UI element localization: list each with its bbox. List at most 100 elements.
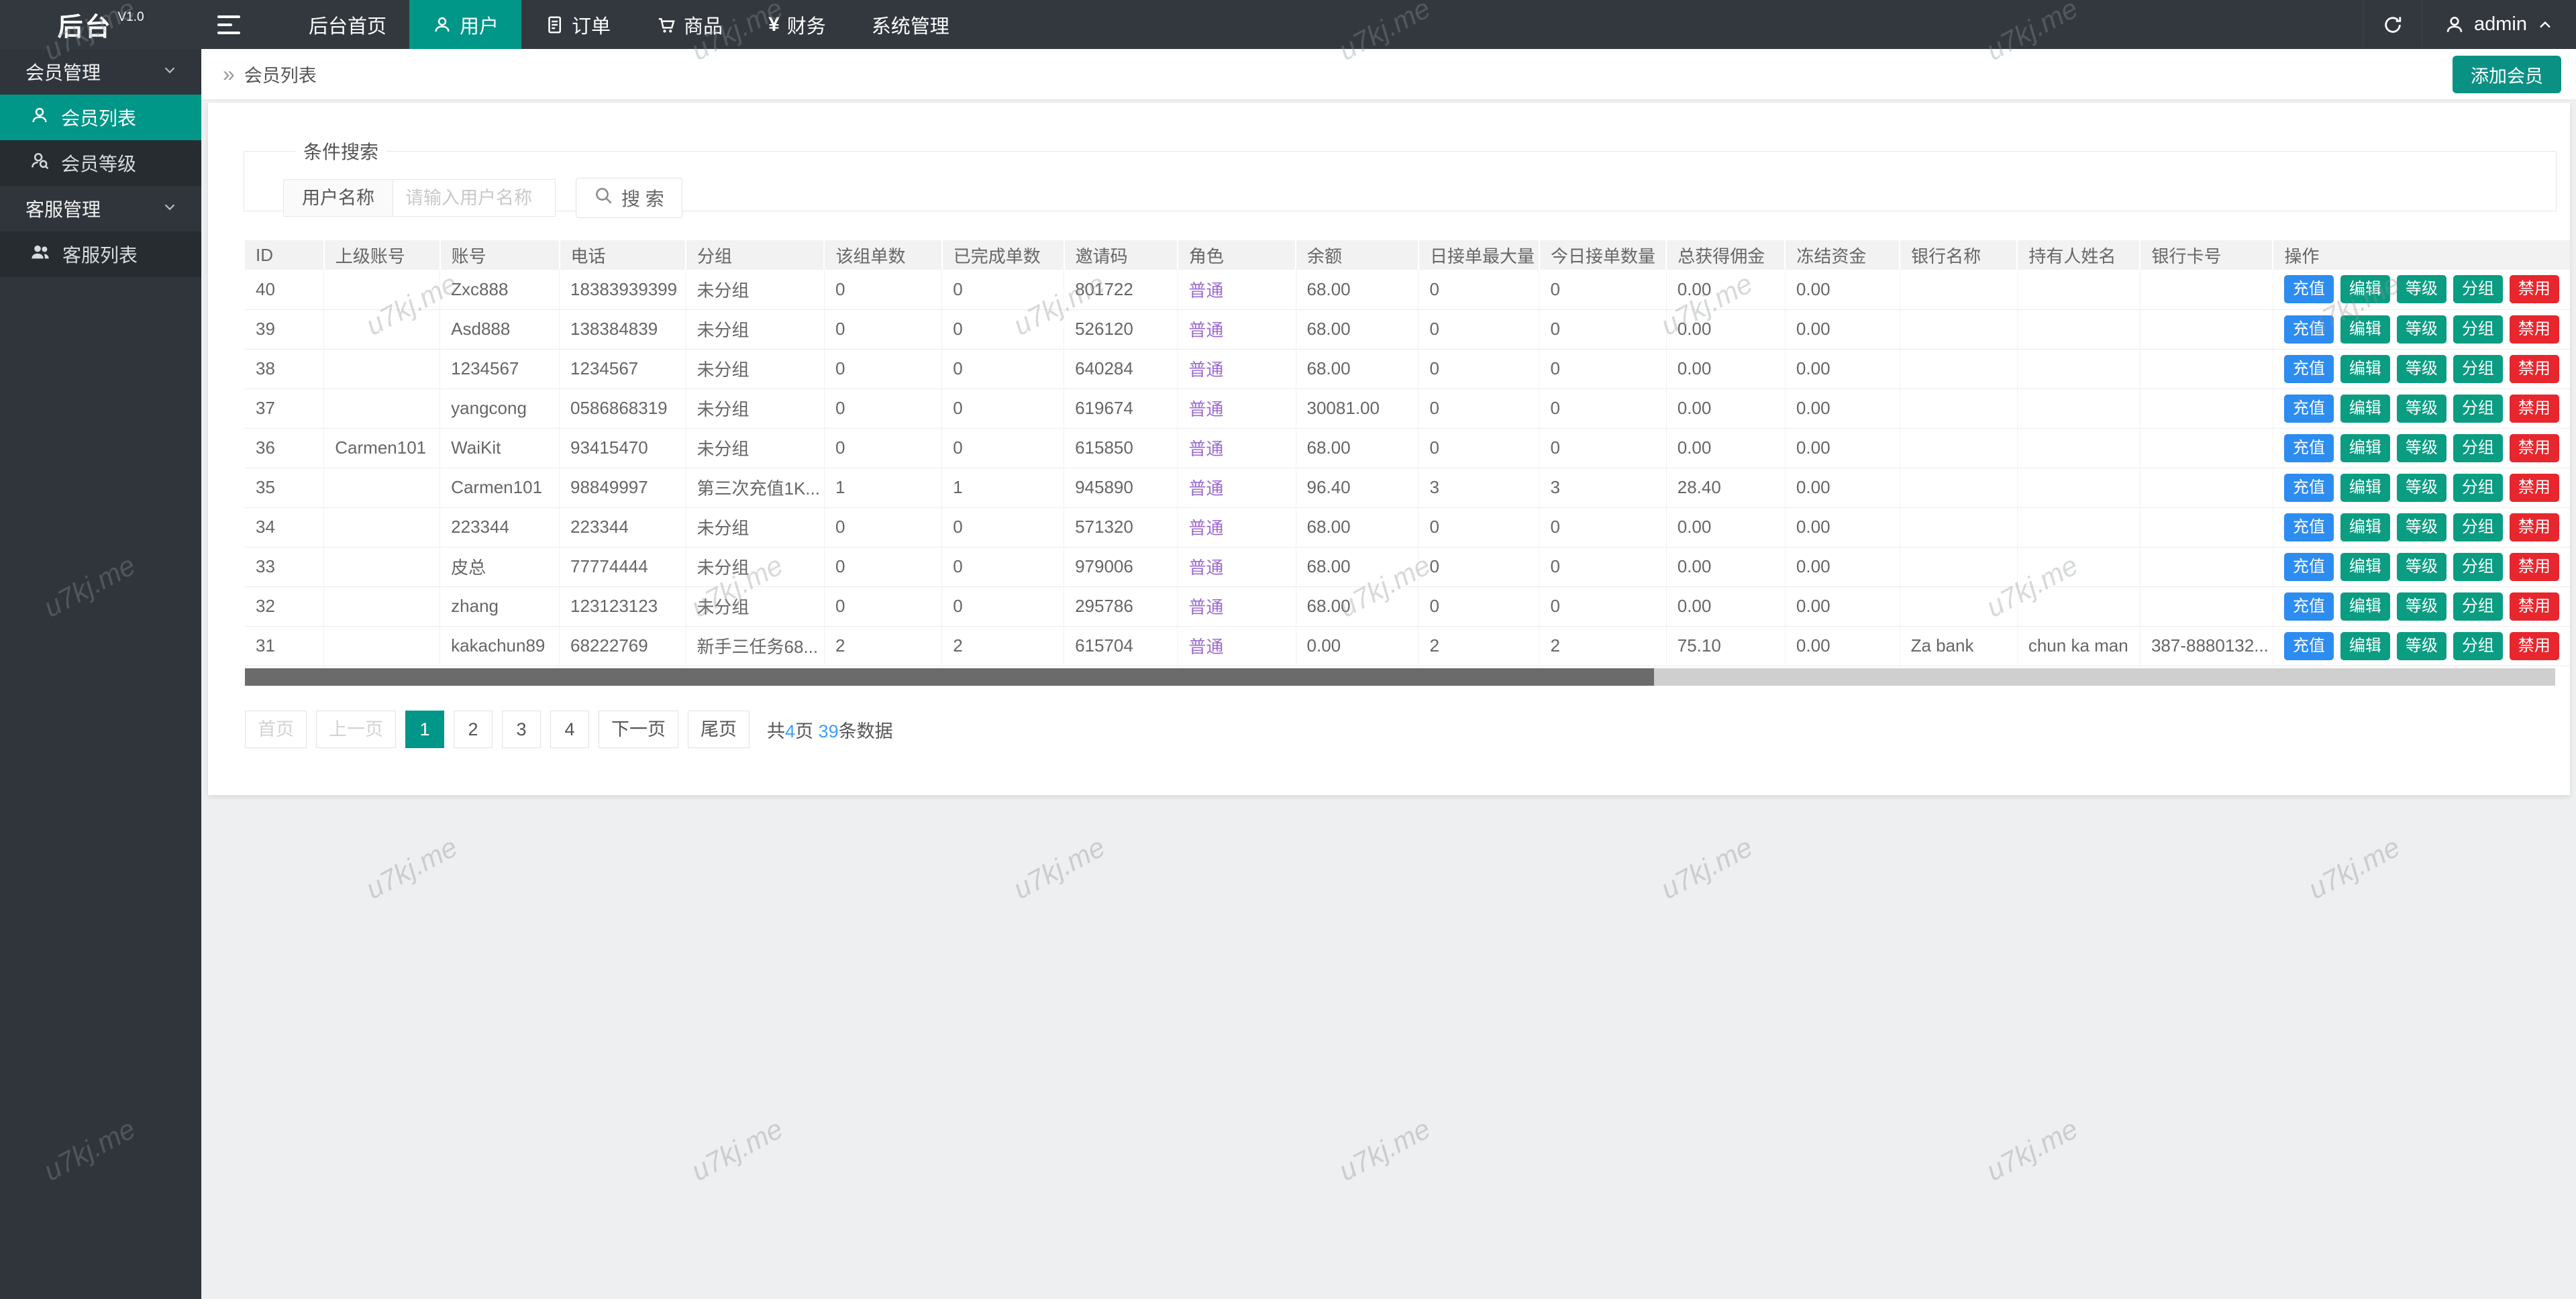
action-recharge-button[interactable]: 充值 [2284,592,2334,621]
action-group-button[interactable]: 分组 [2453,632,2503,660]
action-disable-button[interactable]: 禁用 [2510,315,2559,344]
pagination-next-button[interactable]: 下一页 [599,711,678,748]
role-link[interactable]: 普通 [1188,597,1223,617]
username-input[interactable] [393,179,556,217]
cell-phone: 0586868319 [560,388,686,428]
role-link[interactable]: 普通 [1188,280,1223,301]
nav-item-system[interactable]: 系统管理 [849,0,972,49]
action-edit-button[interactable]: 编辑 [2340,592,2390,621]
action-group-button[interactable]: 分组 [2453,553,2503,581]
action-disable-button[interactable]: 禁用 [2510,553,2559,581]
chevron-down-icon [161,61,178,83]
horizontal-scrollbar[interactable] [245,668,2555,686]
action-edit-button[interactable]: 编辑 [2340,513,2390,541]
action-edit-button[interactable]: 编辑 [2340,553,2390,581]
action-edit-button[interactable]: 编辑 [2340,474,2390,502]
action-edit-button[interactable]: 编辑 [2340,355,2390,383]
action-group-button[interactable]: 分组 [2453,434,2503,462]
action-recharge-button[interactable]: 充值 [2284,632,2334,660]
action-recharge-button[interactable]: 充值 [2284,355,2334,383]
action-group-button[interactable]: 分组 [2453,474,2503,502]
role-link[interactable]: 普通 [1188,399,1223,419]
cell-daily_max: 0 [1419,349,1539,388]
action-group-button[interactable]: 分组 [2453,513,2503,541]
action-level-button[interactable]: 等级 [2397,513,2446,541]
action-level-button[interactable]: 等级 [2397,275,2446,303]
cell-balance: 68.00 [1296,309,1419,349]
action-recharge-button[interactable]: 充值 [2284,474,2334,502]
action-edit-button[interactable]: 编辑 [2340,434,2390,462]
pagination-page-1-button[interactable]: 1 [405,711,444,748]
action-edit-button[interactable]: 编辑 [2340,275,2390,303]
user-menu[interactable]: admin [2422,0,2576,49]
pagination-page-2-button[interactable]: 2 [454,711,493,748]
sidebar-group-service-management[interactable]: 客服管理 [0,186,201,231]
role-link[interactable]: 普通 [1188,558,1223,578]
action-level-button[interactable]: 等级 [2397,355,2446,383]
action-edit-button[interactable]: 编辑 [2340,395,2390,423]
action-level-button[interactable]: 等级 [2397,474,2446,502]
action-disable-button[interactable]: 禁用 [2510,355,2559,383]
pagination-last-button[interactable]: 尾页 [688,711,750,748]
action-group-button[interactable]: 分组 [2453,315,2503,344]
action-disable-button[interactable]: 禁用 [2510,434,2559,462]
action-recharge-button[interactable]: 充值 [2284,553,2334,581]
cell-done_orders: 0 [942,270,1064,309]
pagination-page-4-button[interactable]: 4 [550,711,589,748]
action-level-button[interactable]: 等级 [2397,553,2446,581]
nav-item-users[interactable]: 用户 [409,0,521,49]
action-recharge-button[interactable]: 充值 [2284,315,2334,344]
nav-item-home[interactable]: 后台首页 [286,0,409,49]
cell-card [2140,586,2273,626]
action-recharge-button[interactable]: 充值 [2284,513,2334,541]
action-level-button[interactable]: 等级 [2397,632,2446,660]
action-group-button[interactable]: 分组 [2453,275,2503,303]
cell-today_count: 0 [1539,428,1666,468]
action-level-button[interactable]: 等级 [2397,434,2446,462]
search-button[interactable]: 搜 索 [576,178,682,218]
cart-icon [656,15,676,35]
sidebar-item-service-list[interactable]: 客服列表 [0,231,201,277]
add-member-button[interactable]: 添加会员 [2453,56,2561,93]
action-recharge-button[interactable]: 充值 [2284,275,2334,303]
nav-item-finance[interactable]: ¥财务 [745,0,849,49]
action-recharge-button[interactable]: 充值 [2284,395,2334,423]
action-disable-button[interactable]: 禁用 [2510,592,2559,621]
pagination-first-button[interactable]: 首页 [245,711,307,748]
sidebar-group-member-management[interactable]: 会员管理 [0,49,201,95]
role-link[interactable]: 普通 [1188,518,1223,538]
action-group-button[interactable]: 分组 [2453,395,2503,423]
role-link[interactable]: 普通 [1188,320,1223,340]
action-edit-button[interactable]: 编辑 [2340,632,2390,660]
action-disable-button[interactable]: 禁用 [2510,474,2559,502]
sidebar-item-member-list[interactable]: 会员列表 [0,95,201,140]
cell-holder [2017,388,2140,428]
cell-actions: 充值编辑等级分组禁用 [2273,270,2570,309]
cell-phone: 93415470 [560,428,686,468]
menu-toggle-icon[interactable] [201,0,255,49]
action-disable-button[interactable]: 禁用 [2510,632,2559,660]
action-disable-button[interactable]: 禁用 [2510,275,2559,303]
refresh-button[interactable] [2363,0,2422,49]
action-disable-button[interactable]: 禁用 [2510,513,2559,541]
cell-group_orders: 0 [824,428,941,468]
pagination-page-3-button[interactable]: 3 [502,711,541,748]
action-disable-button[interactable]: 禁用 [2510,395,2559,423]
action-edit-button[interactable]: 编辑 [2340,315,2390,344]
cell-balance: 68.00 [1296,270,1419,309]
role-link[interactable]: 普通 [1188,478,1223,499]
action-level-button[interactable]: 等级 [2397,395,2446,423]
action-group-button[interactable]: 分组 [2453,592,2503,621]
pagination-prev-button[interactable]: 上一页 [316,711,396,748]
nav-item-goods[interactable]: 商品 [633,0,745,49]
action-recharge-button[interactable]: 充值 [2284,434,2334,462]
action-group-button[interactable]: 分组 [2453,355,2503,383]
sidebar-item-member-level[interactable]: 会员等级 [0,140,201,186]
role-link[interactable]: 普通 [1188,637,1223,657]
action-level-button[interactable]: 等级 [2397,315,2446,344]
role-link[interactable]: 普通 [1188,439,1223,459]
action-level-button[interactable]: 等级 [2397,592,2446,621]
role-link[interactable]: 普通 [1188,360,1223,380]
horizontal-scrollbar-thumb[interactable] [245,668,1654,686]
nav-item-orders[interactable]: 订单 [521,0,633,49]
